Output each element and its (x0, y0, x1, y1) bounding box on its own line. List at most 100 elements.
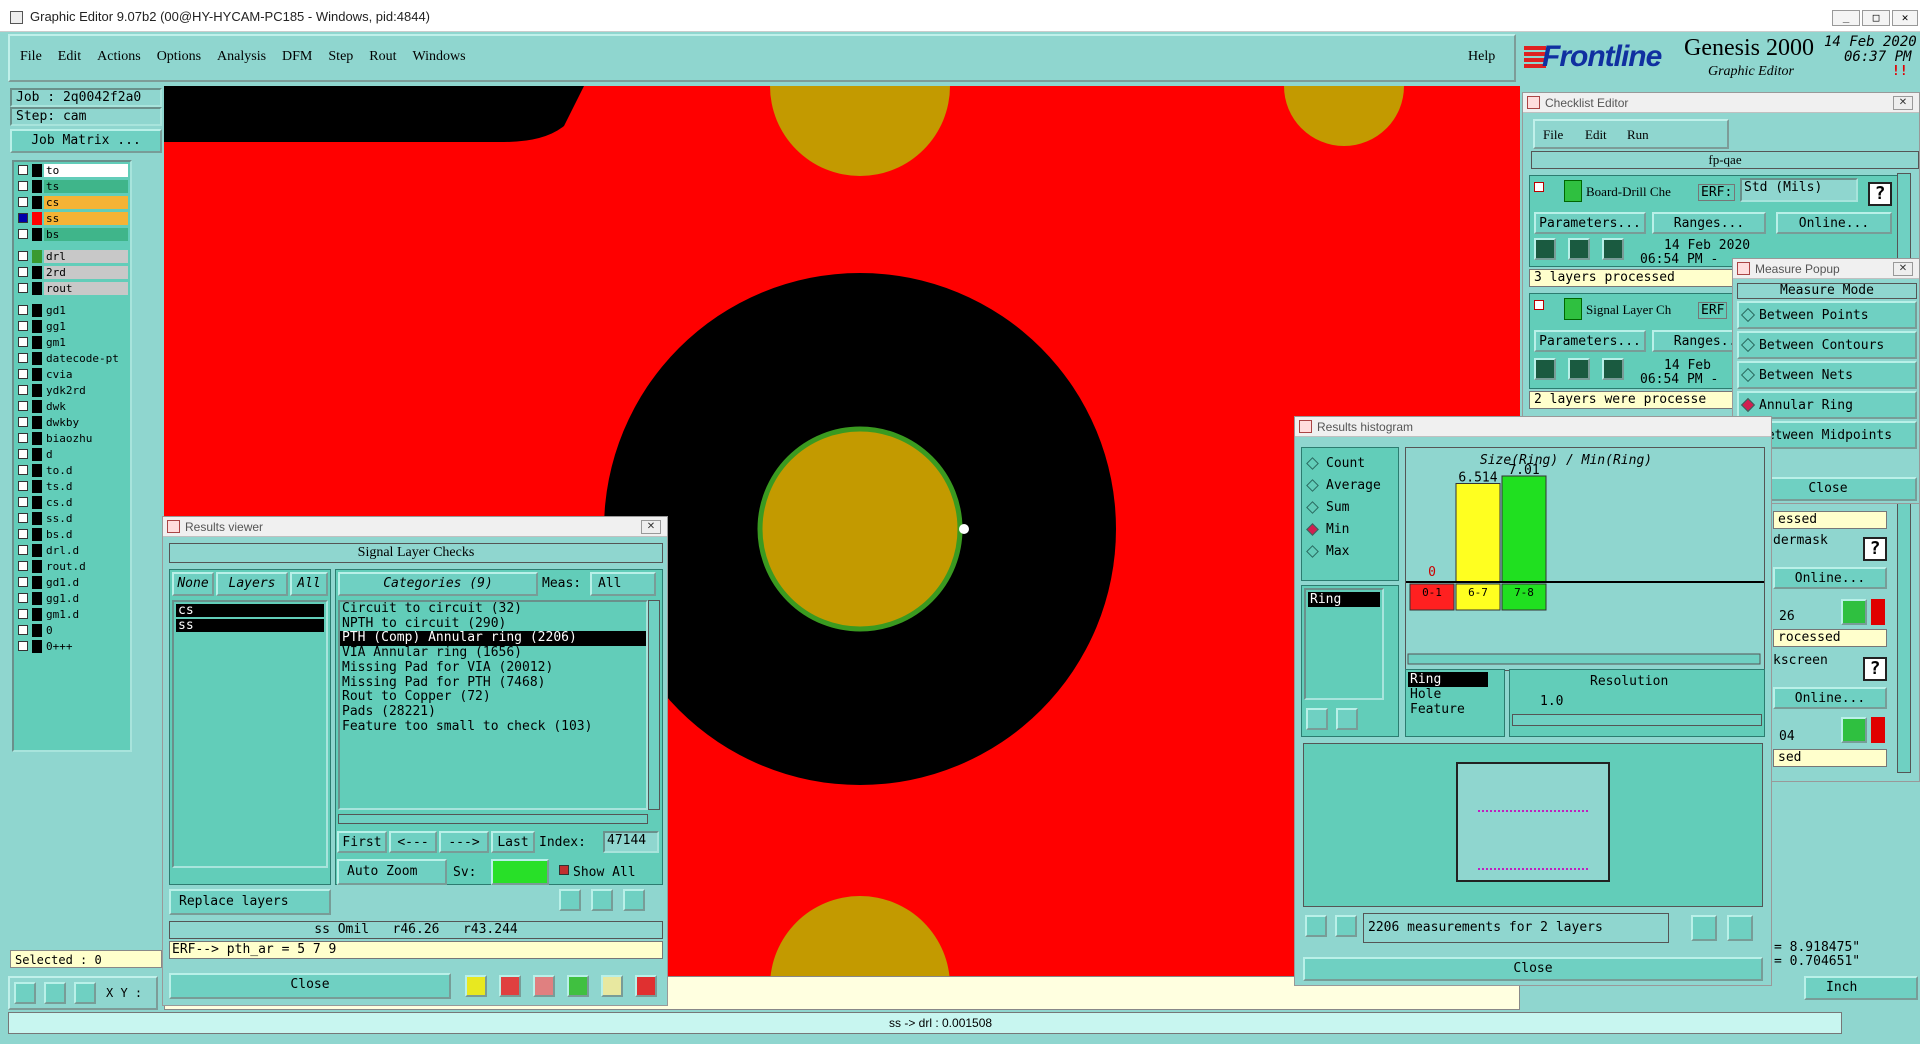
prev-button[interactable]: <--- (389, 831, 437, 853)
layer-checkbox[interactable] (18, 609, 28, 619)
alert-icon-3[interactable] (1871, 599, 1885, 625)
layer-checkbox[interactable] (18, 229, 28, 239)
last-button[interactable]: Last (491, 831, 535, 853)
field-item[interactable]: Ring (1308, 592, 1380, 607)
layer-name[interactable]: gg1 (44, 320, 128, 333)
layer-row[interactable]: bs (16, 228, 128, 241)
check-2-parameters[interactable]: Parameters... (1534, 330, 1646, 352)
layer-checkbox[interactable] (18, 561, 28, 571)
meas-dropdown[interactable]: All (590, 572, 656, 596)
minimize-button[interactable]: _ (1832, 10, 1860, 26)
layer-row[interactable]: drl (16, 250, 128, 263)
category-list[interactable]: Circuit to circuit (32) NPTH to circuit (… (338, 600, 648, 810)
layer-name[interactable]: cvia (44, 368, 128, 381)
check-3-help[interactable]: ? (1863, 537, 1887, 561)
layer-row[interactable]: ts (16, 180, 128, 193)
remove-icon[interactable] (499, 975, 521, 997)
layer-name[interactable]: 0+++ (44, 640, 128, 653)
all-button[interactable]: All (290, 572, 328, 596)
layer-row[interactable]: d (16, 448, 128, 461)
layer-name[interactable]: 2rd (44, 266, 128, 279)
layer-name[interactable]: ss.d (44, 512, 128, 525)
measure-mode-between-contours[interactable]: Between Contours (1737, 331, 1917, 359)
category-item[interactable]: Circuit to circuit (32) (340, 601, 646, 617)
layer-icon[interactable] (465, 975, 487, 997)
layer-checkbox[interactable] (18, 321, 28, 331)
checklist-menu-edit[interactable]: Edit (1585, 127, 1607, 143)
stat-option-average[interactable]: Average (1306, 476, 1396, 496)
layer-checkbox[interactable] (18, 267, 28, 277)
export-icon[interactable] (1727, 915, 1753, 941)
layer-row[interactable]: to.d (16, 464, 128, 477)
layer-row[interactable]: drl.d (16, 544, 128, 557)
menu-step[interactable]: Step (328, 49, 353, 64)
index-input[interactable]: 47144 (603, 831, 659, 853)
category-scrollbar[interactable] (648, 600, 660, 810)
menu-file[interactable]: File (20, 49, 42, 64)
menu-windows[interactable]: Windows (413, 49, 466, 64)
layer-checkbox[interactable] (18, 497, 28, 507)
layer-checkbox[interactable] (18, 369, 28, 379)
layer-name[interactable]: gm1 (44, 336, 128, 349)
measure-mode-between-points[interactable]: Between Points (1737, 301, 1917, 329)
menu-options[interactable]: Options (157, 49, 201, 64)
close-icon[interactable]: ✕ (1893, 96, 1913, 110)
histogram-bar[interactable] (1501, 475, 1547, 583)
result-layer-item[interactable]: cs (176, 604, 324, 617)
layer-row[interactable]: 0+++ (16, 640, 128, 653)
checklist-menu-file[interactable]: File (1543, 127, 1563, 143)
layer-checkbox[interactable] (18, 593, 28, 603)
layer-name[interactable]: rout.d (44, 560, 128, 573)
chart-scrollbar[interactable] (1407, 653, 1761, 665)
job-matrix-button[interactable]: Job Matrix ... (10, 129, 162, 153)
measure-type-item[interactable]: Hole (1408, 687, 1488, 702)
layer-checkbox[interactable] (18, 641, 28, 651)
checklist-menu-run[interactable]: Run (1627, 127, 1649, 143)
check-1-ranges[interactable]: Ranges... (1652, 212, 1766, 234)
layer-row[interactable]: to (16, 164, 128, 177)
layer-checkbox[interactable] (18, 577, 28, 587)
layer-checkbox[interactable] (18, 417, 28, 427)
stat-option-count[interactable]: Count (1306, 454, 1396, 474)
layer-name[interactable]: biaozhu (44, 432, 128, 445)
check-1-online[interactable]: Online... (1776, 212, 1892, 234)
check-3-online[interactable]: Online... (1773, 567, 1887, 589)
stat-option-sum[interactable]: Sum (1306, 498, 1396, 518)
layer-checkbox[interactable] (18, 283, 28, 293)
layer-row[interactable]: ydk2rd (16, 384, 128, 397)
layer-checkbox[interactable] (18, 545, 28, 555)
next-button[interactable]: ---> (439, 831, 489, 853)
layer-checkbox[interactable] (18, 481, 28, 491)
alert-icon-4[interactable] (1871, 717, 1885, 743)
layer-name[interactable]: gm1.d (44, 608, 128, 621)
close-icon[interactable]: ✕ (641, 520, 661, 534)
layer-name[interactable]: cs (44, 196, 128, 209)
layers-button[interactable]: Layers (216, 572, 288, 596)
show-all-checkbox[interactable] (559, 865, 569, 875)
layer-row[interactable]: datecode-pt (16, 352, 128, 365)
layer-row[interactable]: gd1.d (16, 576, 128, 589)
category-item[interactable]: VIA Annular ring (1656) (340, 645, 646, 661)
layer-checkbox[interactable] (18, 385, 28, 395)
layer-row[interactable]: gm1.d (16, 608, 128, 621)
layer-name[interactable]: to.d (44, 464, 128, 477)
histogram-icon[interactable] (635, 975, 657, 997)
layer-name[interactable]: ts (44, 180, 128, 193)
check-2-checkbox[interactable] (1534, 300, 1544, 310)
category-item[interactable]: PTH (Comp) Annular ring (2206) (340, 631, 646, 647)
run-icons-1[interactable] (1534, 238, 1630, 264)
layer-name[interactable]: dwkby (44, 416, 128, 429)
refresh-icon[interactable] (1335, 915, 1357, 937)
layer-checkbox[interactable] (18, 401, 28, 411)
check-1-checkbox[interactable] (1534, 182, 1544, 192)
stat-option-max[interactable]: Max (1306, 542, 1396, 562)
layer-checkbox[interactable] (18, 305, 28, 315)
layer-checkbox[interactable] (18, 513, 28, 523)
check-1-help[interactable]: ? (1868, 182, 1892, 206)
measure-type-list[interactable]: Ring Hole Feature (1408, 672, 1488, 734)
layer-row[interactable]: 0 (16, 624, 128, 637)
sv-color-selector[interactable] (491, 859, 549, 885)
menu-dfm[interactable]: DFM (282, 49, 312, 64)
layer-row[interactable]: gg1 (16, 320, 128, 333)
menu-rout[interactable]: Rout (369, 49, 396, 64)
